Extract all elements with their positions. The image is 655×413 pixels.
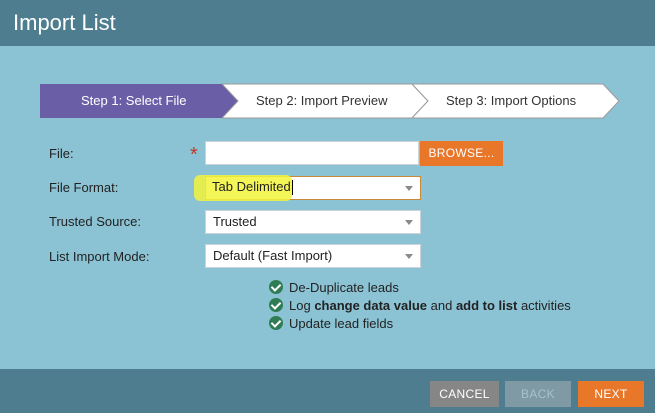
dialog-header: Import List xyxy=(0,0,655,46)
option-log-activities: Log change data value and add to list ac… xyxy=(269,297,571,313)
chevron-down-icon xyxy=(405,220,413,225)
option-text: Update lead fields xyxy=(289,316,393,331)
file-input[interactable] xyxy=(205,141,419,165)
list-import-mode-select[interactable]: Default (Fast Import) xyxy=(205,244,421,268)
option-update-lead-fields: Update lead fields xyxy=(269,315,393,331)
option-text: De-Duplicate leads xyxy=(289,280,399,295)
text-cursor xyxy=(292,180,293,195)
check-circle-icon xyxy=(269,298,283,312)
check-circle-icon xyxy=(269,280,283,294)
file-format-highlighted-text: Tab Delimited xyxy=(212,179,291,194)
back-button[interactable]: BACK xyxy=(505,381,571,407)
option-dedupe-leads: De-Duplicate leads xyxy=(269,279,399,295)
chevron-down-icon xyxy=(405,186,413,191)
option-text-part: activities xyxy=(517,297,571,313)
step-label-select-file: Step 1: Select File xyxy=(81,93,187,108)
file-format-label: File Format: xyxy=(49,180,119,195)
cancel-button[interactable]: CANCEL xyxy=(430,381,499,407)
trusted-source-value: Trusted xyxy=(213,214,257,229)
trusted-source-select[interactable]: Trusted xyxy=(205,210,421,234)
chevron-down-icon xyxy=(405,254,413,259)
check-circle-icon xyxy=(269,316,283,330)
option-text-part: and xyxy=(427,297,456,313)
required-indicator: * xyxy=(190,144,198,166)
option-text-part: Update lead fields xyxy=(289,315,394,331)
step-label-import-preview: Step 2: Import Preview xyxy=(256,93,388,108)
dialog-title: Import List xyxy=(13,10,116,35)
option-text-part: Log xyxy=(289,297,315,313)
browse-button[interactable]: BROWSE... xyxy=(420,141,503,166)
list-import-mode-label: List Import Mode: xyxy=(49,249,150,264)
option-text: Log change data value and add to list ac… xyxy=(289,298,571,313)
list-import-mode-value: Default (Fast Import) xyxy=(213,248,333,263)
option-text-bold: add to list xyxy=(455,297,518,313)
file-label: File: xyxy=(49,146,74,161)
option-text-bold: change data value xyxy=(314,297,428,313)
trusted-source-label: Trusted Source: xyxy=(49,214,142,229)
step-label-import-options: Step 3: Import Options xyxy=(446,93,577,108)
option-text-part: De-Duplicate leads xyxy=(289,279,399,295)
next-button[interactable]: NEXT xyxy=(578,381,644,407)
